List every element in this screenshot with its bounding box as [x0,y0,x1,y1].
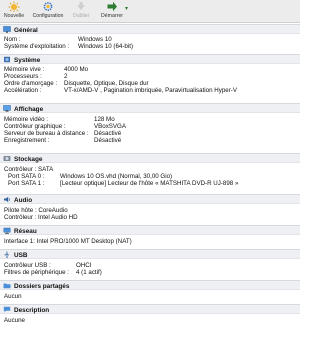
audio-speaker-icon [4,196,10,203]
storage-row-port1: Port SATA 1 : [Lecteur optique] Lecteur … [0,180,300,188]
section-storage-title: Stockage [14,155,43,163]
toolbar: Nouvelle Configuration Oublier Démarrer … [0,0,300,23]
section-usb-header[interactable]: USB [0,249,300,259]
audio-row-controller: Contrôleur : Intel Audio HD [0,214,300,222]
row-key: Interface 1: Intel PRO/1000 MT Desktop (… [4,238,132,245]
row-value: Désactivé [94,137,122,144]
section-usb-title: USB [14,251,28,259]
description-row-none: Aucune [0,317,300,325]
row-key: Port SATA 0 : [8,173,45,180]
row-value: Windows 10 OS.vhd (Normal, 30,00 Gio) [60,173,173,180]
section-storage-header[interactable]: Stockage [0,153,300,163]
general-row-os: Système d'exploitation : Windows 10 (64-… [0,43,300,51]
row-key: Contrôleur : SATA [4,166,54,173]
row-value: Windows 10 [78,36,112,43]
new-sun-icon [8,1,20,12]
row-key: Port SATA 1 : [8,180,45,187]
row-value: 128 Mo [94,116,115,123]
start-arrow-icon [107,1,117,12]
section-audio-title: Audio [14,196,33,204]
discard-button[interactable]: Oublier [70,0,92,22]
general-screen-icon [3,26,11,33]
row-key: Accélération : [4,87,42,94]
section-general-header[interactable]: Général [0,24,300,34]
new-button[interactable]: Nouvelle [2,0,26,22]
row-key: Serveur de bureau à distance : [4,130,89,137]
row-key: Contrôleur USB : [4,262,51,269]
section-network-title: Réseau [14,227,37,235]
network-icon [3,227,11,234]
row-key: Aucun [4,293,22,300]
section-shared-folders-header[interactable]: Dossiers partagés [0,280,300,290]
display-row-recording: Enregistrement : Désactivé [0,137,300,145]
row-key: Processeurs : [4,73,42,80]
section-network-header[interactable]: Réseau [0,225,300,235]
discard-arrow-icon [77,2,85,10]
row-value: Désactivé [94,130,122,137]
row-key: Contrôleur : Intel Audio HD [4,214,78,221]
start-button[interactable]: Démarrer [98,0,126,22]
discard-button-label: Oublier [72,13,90,19]
row-value: 4000 Mo [64,66,89,73]
display-monitor-icon [3,105,11,112]
usb-icon [4,251,10,258]
row-value: VT-x/AMD-V , Pagination imbriquée, Parav… [64,87,237,94]
system-row-accel: Accélération : VT-x/AMD-V , Pagination i… [0,87,300,95]
row-key: Pilote hôte : CoreAudio [4,207,68,214]
description-speech-icon [3,306,11,313]
section-audio-header[interactable]: Audio [0,194,300,204]
usb-row-filters: Filtres de périphérique : 4 (1 actif) [0,269,300,277]
row-value: OHCI [76,262,92,269]
section-description-header[interactable]: Description [0,304,300,314]
row-key: Contrôleur graphique : [4,123,66,130]
system-chip-icon [4,56,10,63]
row-key: Filtres de périphérique : [4,269,70,276]
network-row-interface1: Interface 1: Intel PRO/1000 MT Desktop (… [0,238,300,246]
shared-folders-row-none: Aucun [0,293,300,301]
row-key: Mémoire vidéo : [4,116,49,123]
details-pane: Général Nom : Windows 10 Système d'explo… [0,23,300,343]
section-shared-folders-title: Dossiers partagés [14,282,70,290]
new-button-label: Nouvelle [3,13,25,19]
row-key: Mémoire vive : [4,66,45,73]
row-value: 2 [64,73,68,80]
start-button-label: Démarrer [101,13,123,19]
settings-gear-icon [43,2,53,11]
settings-button-label: Configuration [32,13,64,19]
row-key: Enregistrement : [4,137,50,144]
shared-folder-icon [3,283,11,289]
row-key: Système d'exploitation : [4,43,70,50]
row-key: Aucune [4,317,25,324]
row-value: Disquette, Optique, Disque dur [64,80,149,87]
row-value: 4 (1 actif) [76,269,102,276]
section-display-title: Affichage [14,105,44,113]
row-key: Ordre d'amorçage : [4,80,58,87]
settings-button[interactable]: Configuration [30,0,66,22]
section-system-header[interactable]: Système [0,54,300,64]
start-dropdown-arrow-icon[interactable]: ▾ [125,5,128,12]
storage-disk-icon [3,156,11,161]
section-description-title: Description [14,306,50,314]
row-value: Windows 10 (64-bit) [78,43,134,50]
row-value: VBoxSVGA [94,123,126,130]
section-system-title: Système [14,56,41,64]
section-display-header[interactable]: Affichage [0,103,300,113]
row-value: [Lecteur optique] Lecteur de l'hôte « MA… [60,180,239,187]
row-key: Nom : [4,36,21,43]
section-general-title: Général [14,26,38,34]
